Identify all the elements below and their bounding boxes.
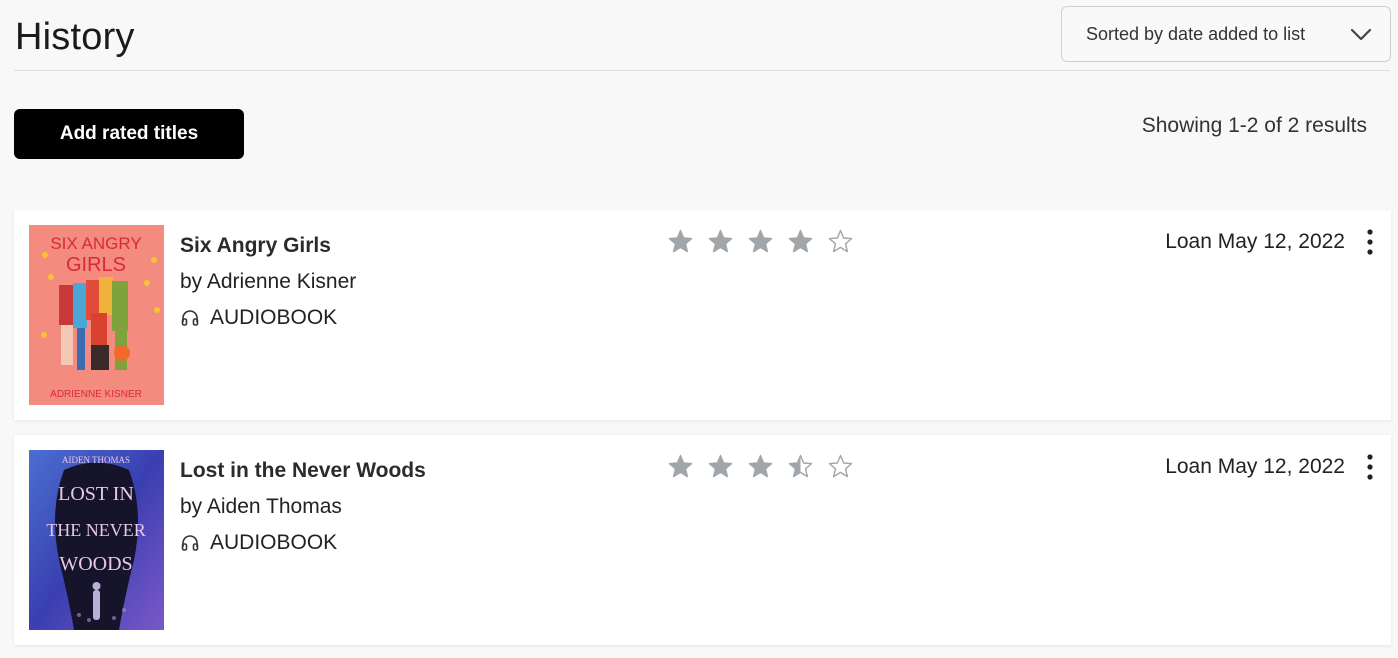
star-full-icon[interactable]	[748, 229, 773, 254]
cover-title-line3: WOODS	[59, 553, 132, 575]
headphones-icon	[181, 535, 199, 551]
sort-dropdown-label: Sorted by date added to list	[1086, 23, 1306, 44]
more-options-icon[interactable]	[1365, 453, 1375, 483]
loan-date: Loan May 12, 2022	[1165, 230, 1345, 253]
more-options-icon[interactable]	[1365, 228, 1375, 258]
star-half-icon[interactable]	[788, 454, 813, 479]
star-empty-icon[interactable]	[828, 454, 853, 479]
chevron-down-icon	[1350, 28, 1372, 41]
book-format: AUDIOBOOK	[180, 529, 426, 557]
history-list-item: AIDEN THOMAS LOST IN THE NEVER WOODS Los…	[14, 435, 1391, 645]
star-empty-icon[interactable]	[828, 229, 853, 254]
cover-author: AIDEN THOMAS	[62, 455, 130, 465]
lost-in-the-never-woods-cover-art: AIDEN THOMAS LOST IN THE NEVER WOODS	[29, 450, 164, 630]
book-title[interactable]: Six Angry Girls	[180, 232, 356, 260]
sort-dropdown[interactable]: Sorted by date added to list	[1061, 6, 1391, 62]
cover-title-line1: LOST IN	[58, 483, 134, 505]
star-full-icon[interactable]	[668, 454, 693, 479]
book-author[interactable]: by Aiden Thomas	[180, 493, 426, 521]
star-full-icon[interactable]	[788, 229, 813, 254]
cover-author: ADRIENNE KISNER	[50, 389, 142, 400]
results-count: Showing 1-2 of 2 results	[1141, 114, 1367, 137]
loan-date: Loan May 12, 2022	[1165, 455, 1345, 478]
cover-title-line2: THE NEVER	[46, 520, 145, 540]
book-title[interactable]: Lost in the Never Woods	[180, 457, 426, 485]
star-full-icon[interactable]	[708, 454, 733, 479]
star-full-icon[interactable]	[668, 229, 693, 254]
book-format-label: AUDIOBOOK	[210, 306, 338, 329]
star-full-icon[interactable]	[708, 229, 733, 254]
book-format: AUDIOBOOK	[180, 304, 356, 332]
star-rating[interactable]	[668, 229, 853, 254]
page-title: History	[15, 16, 135, 58]
headphones-icon	[181, 310, 199, 326]
star-full-icon[interactable]	[748, 454, 773, 479]
header-divider	[14, 70, 1390, 71]
cover-title-line2: GIRLS	[66, 254, 126, 276]
history-list-item: SIX ANGRY GIRLS ADRIENNE KISNER Six Angr…	[14, 210, 1391, 420]
book-cover[interactable]: SIX ANGRY GIRLS ADRIENNE KISNER	[29, 225, 164, 405]
star-rating[interactable]	[668, 454, 853, 479]
add-rated-titles-button[interactable]: Add rated titles	[14, 109, 244, 159]
cover-title-line1: SIX ANGRY	[50, 234, 141, 253]
book-format-label: AUDIOBOOK	[210, 531, 338, 554]
book-author[interactable]: by Adrienne Kisner	[180, 268, 356, 296]
book-cover[interactable]: AIDEN THOMAS LOST IN THE NEVER WOODS	[29, 450, 164, 630]
six-angry-girls-cover-art: SIX ANGRY GIRLS ADRIENNE KISNER	[29, 225, 164, 405]
